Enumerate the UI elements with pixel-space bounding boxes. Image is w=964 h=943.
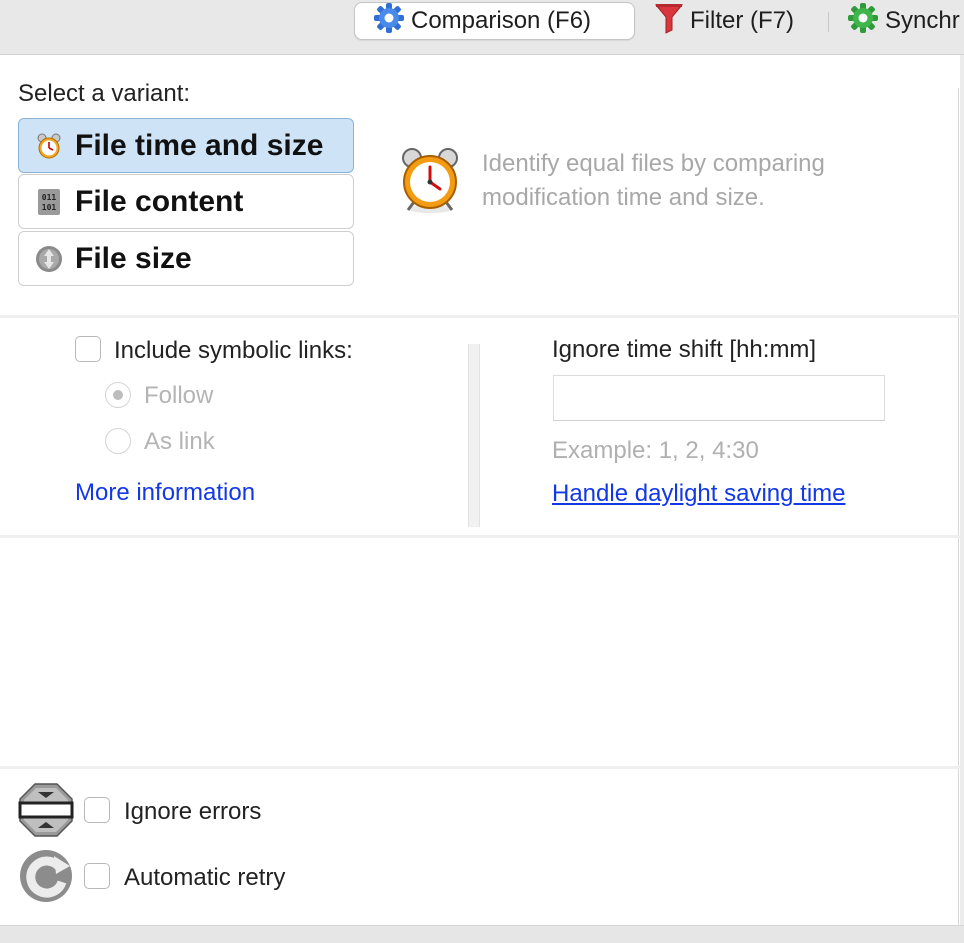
- ignore-errors-checkbox[interactable]: [84, 797, 110, 823]
- as-link-radio[interactable]: [105, 428, 131, 454]
- include-symlinks-checkbox[interactable]: [75, 336, 101, 362]
- tab-comparison-label: Comparison (F6): [411, 7, 592, 34]
- svg-text:101: 101: [42, 203, 57, 212]
- panel-border: [958, 88, 959, 925]
- variant-file-size[interactable]: File size: [18, 231, 354, 286]
- more-information-link[interactable]: More information: [75, 479, 255, 507]
- tab-filter-label: Filter (F7): [690, 7, 794, 34]
- section-divider: [0, 766, 960, 769]
- section-divider: [0, 315, 960, 318]
- variant-label: File size: [75, 241, 192, 275]
- automatic-retry-checkbox[interactable]: [84, 863, 110, 889]
- tab-synchronization-label: Synchr: [885, 7, 960, 34]
- daylight-saving-link[interactable]: Handle daylight saving time: [552, 480, 846, 508]
- tab-bar: Comparison (F6) Filter (F7) Synchr: [0, 0, 964, 55]
- ignore-errors-icon: [18, 782, 74, 843]
- size-arrows-icon: [35, 245, 63, 273]
- ignore-time-shift-label: Ignore time shift [hh:mm]: [552, 336, 817, 363]
- variant-description: Identify equal files by comparing modifi…: [482, 150, 825, 211]
- variant-label: File content: [75, 184, 244, 218]
- tab-synchronization[interactable]: Synchr: [847, 2, 960, 40]
- retry-icon: [18, 848, 74, 909]
- svg-text:011: 011: [42, 193, 57, 202]
- time-shift-example: Example: 1, 2, 4:30: [552, 437, 759, 464]
- time-shift-input[interactable]: [553, 375, 885, 421]
- tab-comparison[interactable]: Comparison (F6): [354, 2, 635, 40]
- variant-file-content[interactable]: 011 101 File content: [18, 174, 354, 229]
- tab-filter[interactable]: Filter (F7): [654, 2, 794, 40]
- follow-label: Follow: [144, 382, 214, 409]
- funnel-icon: [654, 2, 684, 41]
- include-symlinks-label: Include symbolic links:: [114, 337, 353, 364]
- gear-icon: [847, 2, 879, 41]
- tab-separator: [828, 12, 829, 32]
- binary-file-icon: 011 101: [35, 188, 63, 216]
- follow-radio[interactable]: [105, 382, 131, 408]
- automatic-retry-label: Automatic retry: [124, 864, 286, 891]
- alarm-clock-icon: [35, 132, 63, 160]
- alarm-clock-icon: [398, 146, 462, 219]
- ignore-errors-label: Ignore errors: [124, 798, 262, 825]
- variant-label: File time and size: [75, 128, 324, 162]
- variant-file-time-size[interactable]: File time and size: [18, 118, 354, 173]
- as-link-label: As link: [144, 428, 215, 455]
- vertical-splitter[interactable]: [468, 344, 480, 527]
- gear-icon: [373, 2, 405, 41]
- section-divider: [0, 535, 960, 538]
- bottom-bar: [0, 925, 964, 943]
- variant-heading: Select a variant:: [18, 80, 191, 107]
